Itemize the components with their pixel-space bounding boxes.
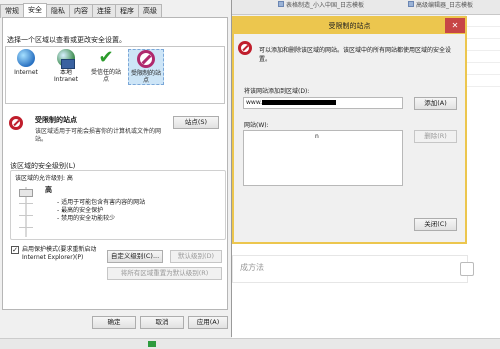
add-site-label: 将该网站添加到区域(D):: [244, 88, 310, 95]
zone-prompt: 选择一个区域以查看或更改安全设置。: [7, 36, 126, 44]
close-icon[interactable]: ✕: [445, 18, 465, 33]
dialog-title: 受限制的站点: [234, 18, 465, 34]
tab-privacy[interactable]: 隐私: [46, 4, 70, 18]
tab-security[interactable]: 安全: [23, 3, 47, 18]
method-input[interactable]: [232, 255, 468, 283]
zone-title: 受限制的站点: [35, 116, 77, 124]
no-entry-icon: [9, 116, 23, 130]
zone-restricted-sites[interactable]: 受限制的站 点: [128, 49, 164, 85]
list-item[interactable]: n: [315, 133, 319, 140]
globe-icon: [17, 49, 35, 67]
remove-button[interactable]: 删除(R): [414, 130, 457, 143]
tray-icon[interactable]: [148, 341, 156, 347]
page-icon: [278, 1, 284, 7]
add-button[interactable]: 添加(A): [414, 97, 457, 110]
zone-label: Internet: [14, 69, 38, 76]
redaction-bar: [262, 100, 337, 105]
internet-options-dialog: 常规 安全 隐私 内容 连接 程序 高级 选择一个区域以查看或更改安全设置。 I…: [0, 0, 232, 337]
zone-internet[interactable]: Internet: [8, 49, 44, 76]
zone-list: Internet 本地 Intranet ✔ 受信任的站 点 受限制的站 点: [5, 46, 225, 104]
restricted-sites-dialog: 受限制的站点 ✕ 可以添加和删除该区域的网站。该区域中的所有网站都使用区域的安全…: [232, 16, 467, 244]
tab-bar: 常规 安全 隐私 内容 连接 程序 高级: [0, 3, 162, 18]
allowed-levels: 该区域的允许级别: 高: [15, 175, 73, 182]
reset-all-zones-button[interactable]: 将所有区域重置为默认级别(R): [107, 267, 222, 280]
intranet-icon: [57, 49, 75, 69]
tab-content[interactable]: 内容: [69, 4, 93, 18]
custom-level-button[interactable]: 自定义级别(C)...: [107, 250, 163, 263]
method-label: 成方法: [240, 263, 264, 272]
protected-mode-option[interactable]: ✓ 启用保护模式(要求重新启动 Internet Explorer)(P): [11, 246, 96, 262]
zone-label: 本地 Intranet: [54, 69, 78, 83]
security-level-group: 该区域的允许级别: 高 高 - 适用于可能包含有害内容的网站 - 最高的安全保护…: [10, 170, 226, 240]
zone-description: 该区域适用于可能会损害你的计算机或文件的网站。: [35, 128, 162, 143]
security-level-slider[interactable]: [19, 189, 33, 197]
page-side-column: [466, 15, 500, 275]
browser-tab[interactable]: 表格制造_小入中国_日志模板: [278, 0, 364, 9]
protected-mode-label: 启用保护模式(要求重新启动 Internet Explorer)(P): [22, 246, 97, 261]
security-level-name: 高: [45, 186, 52, 194]
cancel-button[interactable]: 取消: [140, 316, 184, 329]
zone-local-intranet[interactable]: 本地 Intranet: [48, 49, 84, 83]
level-description: - 适用于可能包含有害内容的网站 - 最高的安全保护 - 禁用的安全功能较少: [57, 199, 146, 222]
tab-programs[interactable]: 程序: [115, 4, 139, 18]
tab-general[interactable]: 常规: [0, 4, 24, 18]
page-icon: [408, 1, 414, 7]
sites-label: 网站(W):: [244, 122, 269, 129]
zone-label: 受限制的站 点: [130, 70, 161, 84]
apply-button[interactable]: 应用(A): [188, 316, 228, 329]
add-site-input[interactable]: www.: [243, 97, 403, 109]
ok-button[interactable]: 确定: [92, 316, 136, 329]
protected-mode-checkbox[interactable]: ✓: [11, 246, 19, 254]
sites-button[interactable]: 站点(S): [173, 116, 219, 129]
tab-advanced[interactable]: 高级: [138, 4, 162, 18]
zone-label: 受信任的站 点: [90, 69, 121, 83]
sites-list[interactable]: n: [243, 130, 403, 186]
browser-tab-strip: 表格制造_小入中国_日志模板 高级编辑器_日志模板: [232, 0, 500, 15]
security-tab-panel: 选择一个区域以查看或更改安全设置。 Internet 本地 Intranet ✔…: [2, 17, 228, 310]
browser-tab[interactable]: 高级编辑器_日志模板: [408, 0, 473, 9]
no-entry-icon: [137, 50, 155, 68]
taskbar: [0, 338, 500, 349]
dialog-description: 可以添加和删除该区域的网站。该区域中的所有网站都使用区域的安全设置。: [259, 47, 452, 63]
no-entry-icon: [238, 41, 252, 55]
close-button[interactable]: 关闭(C): [414, 218, 457, 231]
default-level-button[interactable]: 默认级别(D): [170, 250, 222, 263]
checkmark-icon: ✔: [98, 47, 114, 68]
method-expand-button[interactable]: [460, 262, 474, 276]
tab-connections[interactable]: 连接: [92, 4, 116, 18]
zone-trusted-sites[interactable]: ✔ 受信任的站 点: [88, 47, 124, 84]
